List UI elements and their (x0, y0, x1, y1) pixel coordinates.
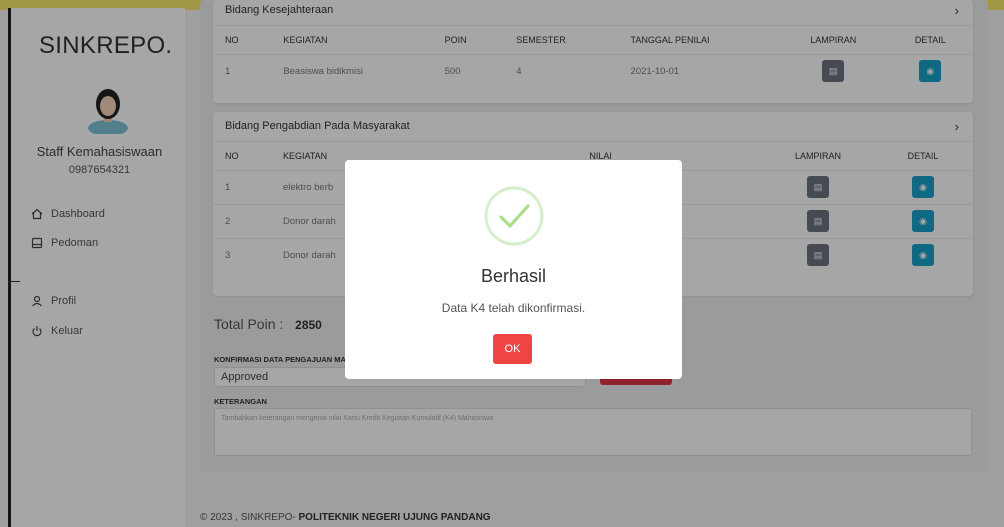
success-check-icon (484, 186, 544, 246)
modal-message: Data K4 telah dikonfirmasi. (441, 301, 586, 315)
ok-button[interactable]: OK (493, 334, 532, 364)
success-modal: Berhasil Data K4 telah dikonfirmasi. OK (345, 160, 682, 379)
modal-title: Berhasil (480, 266, 547, 286)
